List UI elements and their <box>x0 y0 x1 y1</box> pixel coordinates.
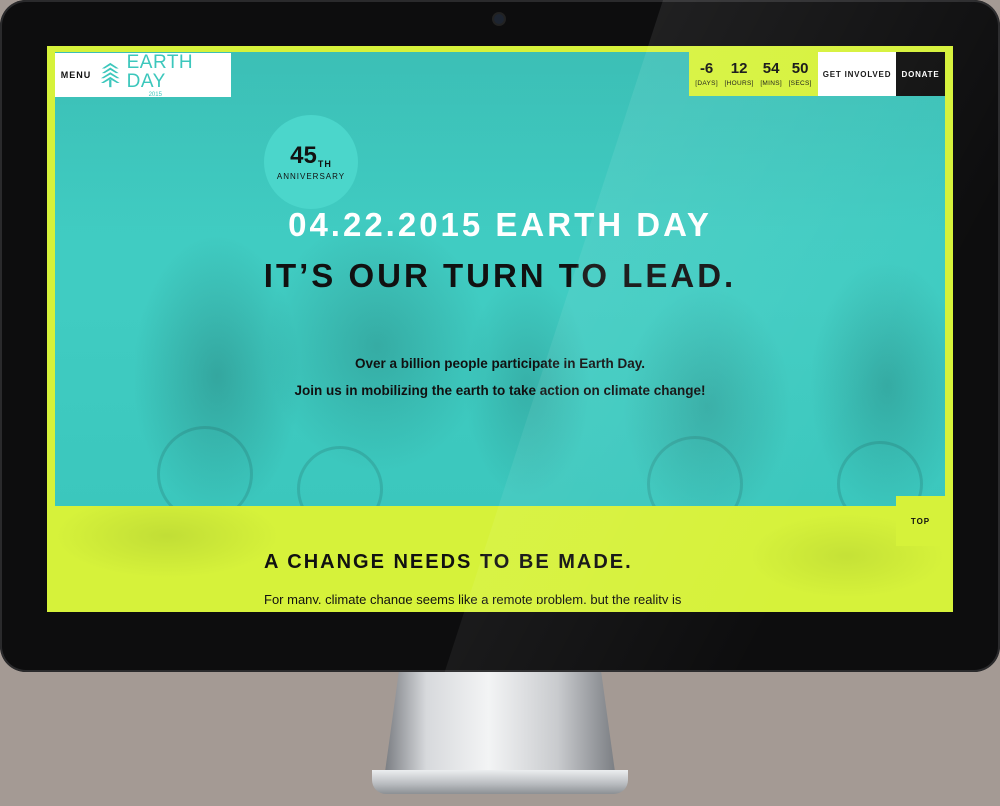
logo-title: EARTH DAY <box>126 51 194 92</box>
screen: 45TH ANNIVERSARY 04.22.2015 EARTH DAY IT… <box>47 46 953 612</box>
badge-label: ANNIVERSARY <box>276 171 346 181</box>
back-to-top-button[interactable]: TOP <box>896 496 945 546</box>
monitor-stand-base <box>372 770 628 794</box>
get-involved-button[interactable]: GET INVOLVED <box>818 52 896 96</box>
countdown-label: [DAYS] <box>695 80 718 87</box>
hero-subtext-line-1: Over a billion people participate in Ear… <box>354 356 646 371</box>
change-section: A CHANGE NEEDS TO BE MADE. For many, cli… <box>47 506 953 612</box>
countdown-days: -6 [DAYS] <box>695 60 718 88</box>
logo-text: EARTH DAY 2015 <box>127 53 231 98</box>
badge-number-suffix: TH <box>317 158 332 169</box>
menu-button[interactable]: MENU <box>54 53 98 97</box>
hero-section: 45TH ANNIVERSARY 04.22.2015 EARTH DAY IT… <box>47 46 953 506</box>
tree-logo-icon <box>100 62 120 88</box>
badge-number-value: 45 <box>290 141 317 169</box>
countdown-secs: 50 [SECS] <box>788 60 812 88</box>
countdown-hours: 12 [HOURS] <box>724 60 754 88</box>
countdown-value: 50 <box>791 60 809 77</box>
countdown-timer: -6 [DAYS] 12 [HOURS] 54 [MINS] 50 [SECS] <box>689 52 818 96</box>
countdown-value: -6 <box>699 60 714 77</box>
anniversary-badge: 45TH ANNIVERSARY <box>264 115 358 209</box>
countdown-mins: 54 [MINS] <box>760 60 782 88</box>
hero-subtext-line-2: Join us in mobilizing the earth to take … <box>294 383 706 398</box>
countdown-label: [SECS] <box>788 80 812 87</box>
countdown-value: 54 <box>762 60 780 77</box>
monitor-stand <box>385 672 615 772</box>
badge-number: 45TH <box>290 141 332 169</box>
section-body-text: For many, climate change seems like a re… <box>264 592 682 607</box>
hero-date-headline: 04.22.2015 EARTH DAY <box>288 206 712 243</box>
countdown-label: [MINS] <box>760 80 782 87</box>
countdown-label: [HOURS] <box>724 80 754 87</box>
logo-year: 2015 <box>148 91 162 98</box>
countdown-value: 12 <box>730 60 748 77</box>
hero-tagline: IT’S OUR TURN TO LEAD. <box>263 257 737 294</box>
section-title: A CHANGE NEEDS TO BE MADE. <box>264 551 633 573</box>
earth-day-logo[interactable]: EARTH DAY 2015 <box>98 53 231 98</box>
webcam <box>494 14 504 24</box>
donate-button[interactable]: DONATE <box>896 52 945 96</box>
